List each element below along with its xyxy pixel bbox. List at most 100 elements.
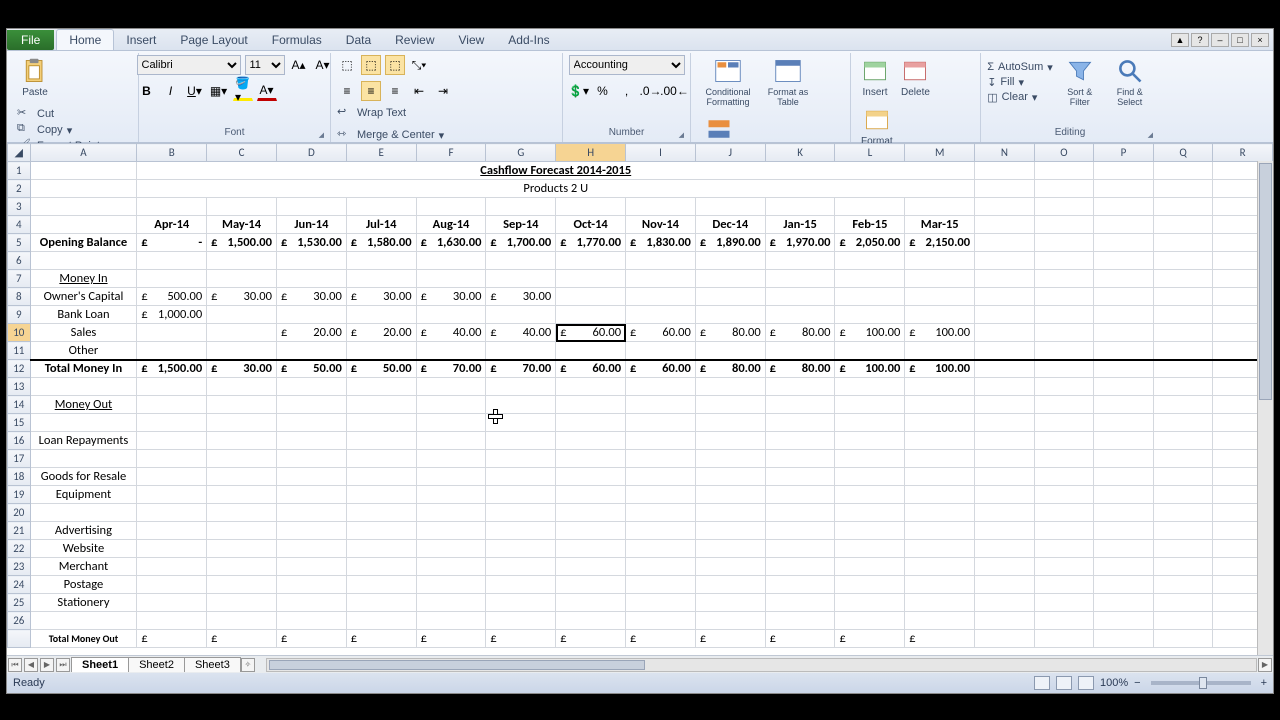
row-header-19[interactable]: 19	[8, 486, 31, 504]
tab-add-ins[interactable]: Add-Ins	[496, 30, 561, 50]
font-size-select[interactable]: 11	[245, 55, 285, 75]
tab-insert[interactable]: Insert	[114, 30, 168, 50]
shrink-font-icon[interactable]: A▾	[313, 55, 333, 75]
column-header-K[interactable]: K	[765, 144, 835, 162]
row-header-15[interactable]: 15	[8, 414, 31, 432]
find-select-button[interactable]: Find & Select	[1107, 55, 1153, 109]
align-middle-icon[interactable]: ⬚	[361, 55, 381, 75]
tab-review[interactable]: Review	[383, 30, 446, 50]
column-header-R[interactable]: R	[1213, 144, 1273, 162]
row-header-3[interactable]: 3	[8, 198, 31, 216]
vertical-scrollbar[interactable]	[1257, 161, 1273, 655]
orientation-icon[interactable]: ⤡▾	[409, 55, 429, 75]
window-close-icon[interactable]: ×	[1251, 33, 1269, 47]
row-header-2[interactable]: 2	[8, 180, 31, 198]
italic-button[interactable]: I	[161, 81, 181, 101]
zoom-in-icon[interactable]: +	[1261, 677, 1267, 689]
align-left-icon[interactable]: ≡	[337, 81, 357, 101]
row-header-14[interactable]: 14	[8, 396, 31, 414]
row-header-11[interactable]: 11	[8, 342, 31, 360]
sort-filter-button[interactable]: Sort & Filter	[1057, 55, 1103, 109]
number-format-select[interactable]: Accounting	[569, 55, 685, 75]
column-header-H[interactable]: H	[556, 144, 626, 162]
column-header-D[interactable]: D	[276, 144, 346, 162]
column-header-E[interactable]: E	[346, 144, 416, 162]
autosum-button[interactable]: Σ AutoSum ▾	[987, 61, 1053, 74]
align-right-icon[interactable]: ≡	[385, 81, 405, 101]
row-header-18[interactable]: 18	[8, 468, 31, 486]
row-header-12[interactable]: 12	[8, 360, 31, 378]
conditional-formatting-button[interactable]: Conditional Formatting	[697, 55, 759, 109]
row-header-8[interactable]: 8	[8, 288, 31, 306]
zoom-level[interactable]: 100%	[1100, 677, 1128, 689]
grow-font-icon[interactable]: A▴	[289, 55, 309, 75]
sheet-tab-sheet3[interactable]: Sheet3	[184, 657, 241, 672]
align-center-icon[interactable]: ≡	[361, 81, 381, 101]
page-break-view-icon[interactable]	[1078, 676, 1094, 690]
column-header-O[interactable]: O	[1034, 144, 1094, 162]
sheet-tab-sheet1[interactable]: Sheet1	[71, 657, 129, 672]
increase-indent-icon[interactable]: ⇥	[433, 81, 453, 101]
delete-cells-button[interactable]: Delete	[897, 55, 934, 100]
underline-button[interactable]: U▾	[185, 81, 205, 101]
new-sheet-icon[interactable]: ✧	[241, 658, 255, 672]
paste-button[interactable]: Paste	[17, 55, 53, 100]
column-header-L[interactable]: L	[835, 144, 905, 162]
worksheet-grid[interactable]: ◢ABCDEFGHIJKLMNOPQR1Cashflow Forecast 20…	[7, 143, 1273, 655]
fill-button[interactable]: ↧ Fill ▾	[987, 76, 1053, 89]
align-bottom-icon[interactable]: ⬚	[385, 55, 405, 75]
row-header-7[interactable]: 7	[8, 270, 31, 288]
column-header-J[interactable]: J	[695, 144, 765, 162]
row-header-23[interactable]: 23	[8, 558, 31, 576]
column-header-G[interactable]: G	[486, 144, 556, 162]
decrease-decimal-icon[interactable]: .00←	[665, 81, 685, 101]
scroll-right-icon[interactable]: ▶	[1258, 658, 1272, 672]
select-all-cell[interactable]: ◢	[8, 144, 31, 162]
tab-file[interactable]: File	[7, 30, 54, 50]
window-minimize-icon[interactable]: –	[1211, 33, 1229, 47]
tab-page-layout[interactable]: Page Layout	[168, 30, 259, 50]
decrease-indent-icon[interactable]: ⇤	[409, 81, 429, 101]
column-header-N[interactable]: N	[975, 144, 1035, 162]
accounting-format-icon[interactable]: 💲▾	[569, 81, 589, 101]
ribbon-minimize-icon[interactable]: ▲	[1171, 33, 1189, 47]
bold-button[interactable]: B	[137, 81, 157, 101]
tab-data[interactable]: Data	[334, 30, 383, 50]
border-button[interactable]: ▦▾	[209, 81, 229, 101]
row-header-21[interactable]: 21	[8, 522, 31, 540]
row-header-16[interactable]: 16	[8, 432, 31, 450]
horizontal-scrollbar[interactable]	[266, 658, 1257, 672]
window-restore-icon[interactable]: □	[1231, 33, 1249, 47]
row-header-24[interactable]: 24	[8, 576, 31, 594]
row-header-20[interactable]: 20	[8, 504, 31, 522]
row-header-5[interactable]: 5	[8, 234, 31, 252]
tab-nav-next-icon[interactable]: ▶	[40, 658, 54, 672]
page-layout-view-icon[interactable]	[1056, 676, 1072, 690]
row-header-9[interactable]: 9	[8, 306, 31, 324]
column-header-P[interactable]: P	[1094, 144, 1154, 162]
tab-formulas[interactable]: Formulas	[260, 30, 334, 50]
column-header-M[interactable]: M	[905, 144, 975, 162]
cut-button[interactable]: ✂Cut	[17, 106, 110, 122]
wrap-text-button[interactable]: ↩Wrap Text	[337, 105, 444, 121]
align-top-icon[interactable]: ⬚	[337, 55, 357, 75]
row-header-13[interactable]: 13	[8, 378, 31, 396]
column-header-I[interactable]: I	[626, 144, 696, 162]
row-header-6[interactable]: 6	[8, 252, 31, 270]
tab-home[interactable]: Home	[56, 29, 114, 50]
increase-decimal-icon[interactable]: .0→	[641, 81, 661, 101]
font-color-button[interactable]: A▾	[257, 81, 277, 101]
font-name-select[interactable]: Calibri	[137, 55, 241, 75]
row-header-10[interactable]: 10	[8, 324, 31, 342]
zoom-out-icon[interactable]: −	[1134, 677, 1140, 689]
normal-view-icon[interactable]	[1034, 676, 1050, 690]
copy-button[interactable]: ⧉Copy ▾	[17, 122, 110, 138]
column-header-Q[interactable]: Q	[1153, 144, 1213, 162]
column-header-B[interactable]: B	[137, 144, 207, 162]
row-header-22[interactable]: 22	[8, 540, 31, 558]
tab-nav-first-icon[interactable]: ⏮	[8, 658, 22, 672]
row-header-1[interactable]: 1	[8, 162, 31, 180]
row-header-4[interactable]: 4	[8, 216, 31, 234]
comma-icon[interactable]: ,	[617, 81, 637, 101]
tab-view[interactable]: View	[447, 30, 497, 50]
